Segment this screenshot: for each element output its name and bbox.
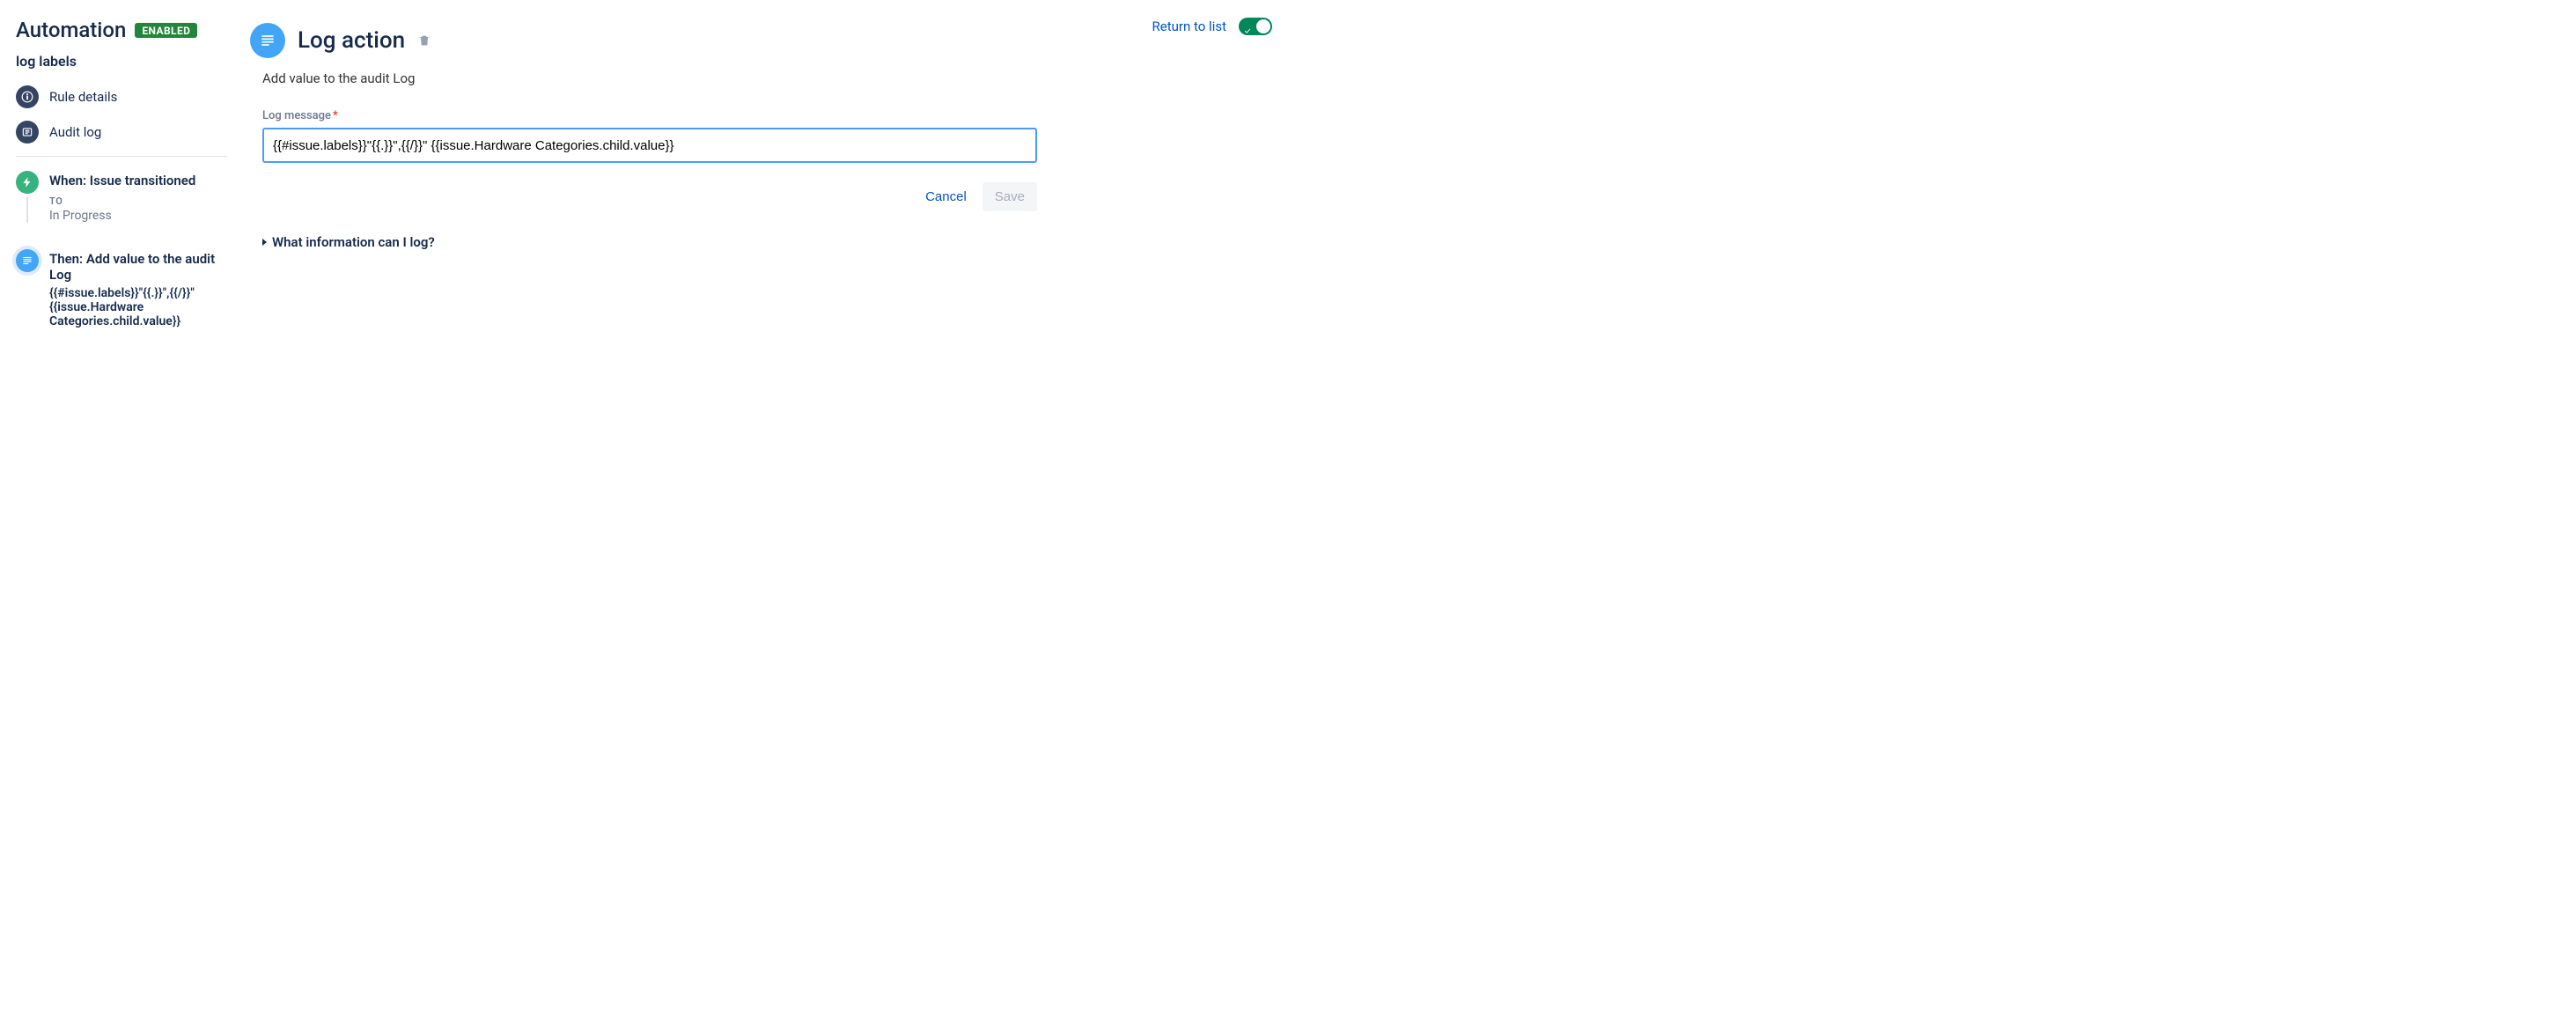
step-meta-label: TO bbox=[49, 195, 227, 207]
return-to-list-link[interactable]: Return to list bbox=[1152, 18, 1226, 34]
divider bbox=[16, 156, 227, 157]
status-badge: ENABLED bbox=[135, 23, 197, 38]
panel-subtitle: Add value to the audit Log bbox=[262, 70, 1140, 86]
nav-audit-log[interactable]: Audit log bbox=[16, 121, 227, 144]
rule-enabled-toggle[interactable] bbox=[1239, 18, 1272, 35]
rule-name: log labels bbox=[16, 53, 227, 70]
text-lines-icon bbox=[16, 249, 39, 272]
info-disclosure[interactable]: What information can I log? bbox=[262, 234, 1140, 250]
text-lines-icon bbox=[250, 23, 285, 58]
nav-rule-details[interactable]: Rule details bbox=[16, 85, 227, 108]
rule-step-trigger[interactable]: When: Issue transitioned TO In Progress bbox=[16, 171, 227, 249]
chevron-right-icon bbox=[262, 239, 267, 246]
page-title: Automation bbox=[16, 18, 126, 42]
cancel-button[interactable]: Cancel bbox=[916, 182, 975, 211]
save-button[interactable]: Save bbox=[983, 182, 1037, 211]
log-message-input[interactable] bbox=[262, 128, 1037, 163]
check-icon bbox=[1243, 22, 1252, 31]
toggle-knob bbox=[1256, 19, 1270, 33]
step-title: Then: Add value to the audit Log bbox=[49, 251, 227, 283]
rule-step-action[interactable]: Then: Add value to the audit Log {{#issu… bbox=[16, 249, 227, 355]
step-body: {{#issue.labels}}"{{.}}",{{/}}" {{issue.… bbox=[49, 286, 227, 328]
nav-label: Rule details bbox=[49, 89, 117, 105]
field-label: Log message* bbox=[262, 109, 1140, 122]
disclosure-label: What information can I log? bbox=[272, 234, 435, 250]
nav-label: Audit log bbox=[49, 124, 101, 140]
panel-title: Log action bbox=[298, 27, 405, 54]
delete-icon[interactable] bbox=[417, 33, 431, 48]
list-icon bbox=[16, 121, 39, 144]
info-icon bbox=[16, 85, 39, 108]
step-title: When: Issue transitioned bbox=[49, 173, 227, 188]
step-meta-value: In Progress bbox=[49, 209, 227, 223]
lightning-icon bbox=[16, 171, 39, 194]
